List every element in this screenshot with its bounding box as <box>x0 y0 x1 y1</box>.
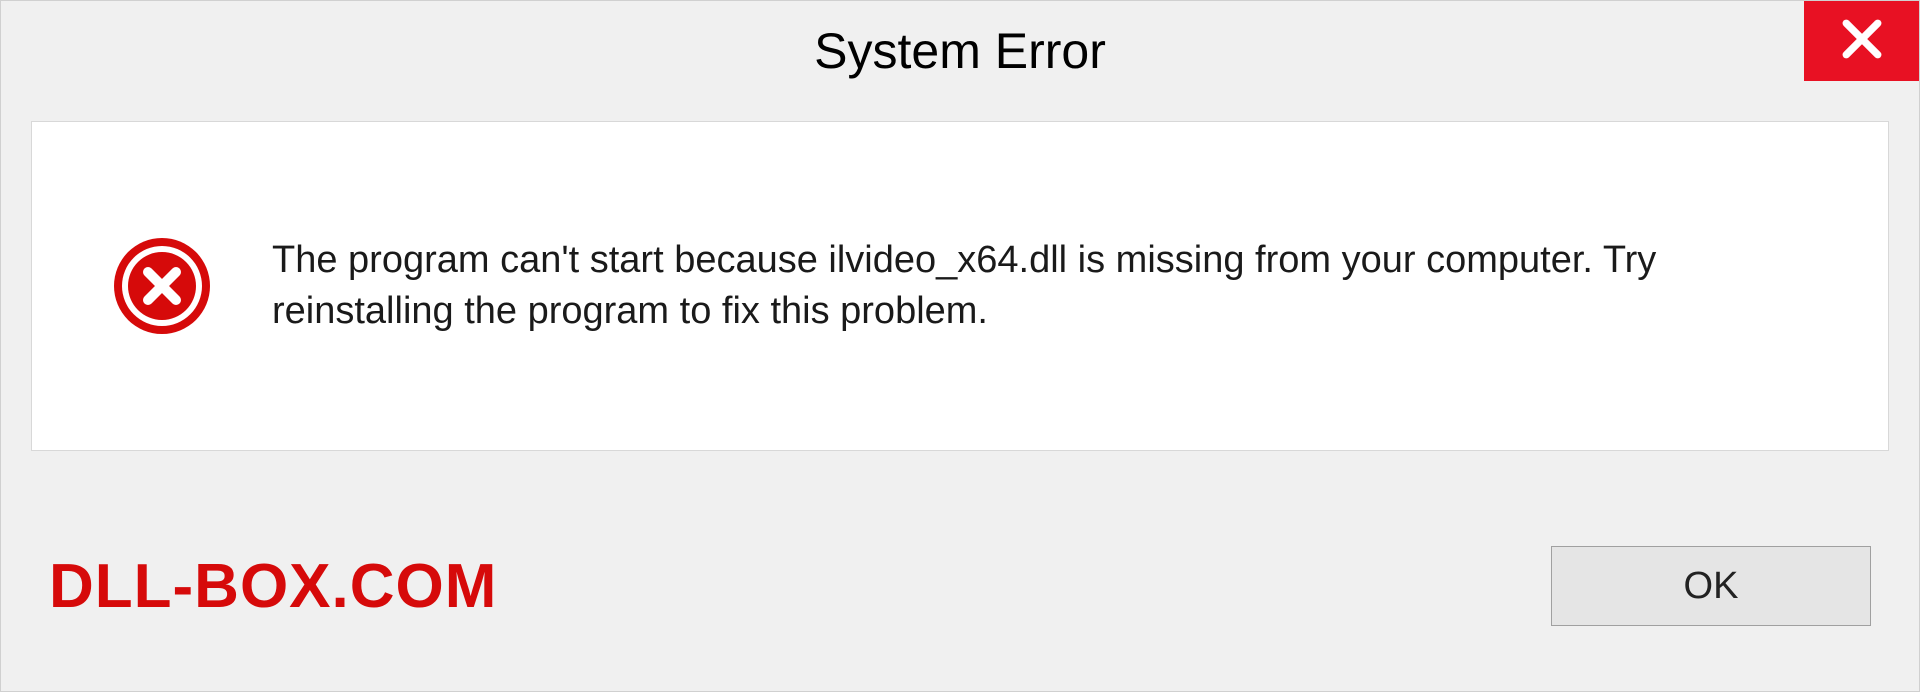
content-panel: The program can't start because ilvideo_… <box>31 121 1889 451</box>
close-icon <box>1841 18 1883 65</box>
titlebar: System Error <box>1 1 1919 101</box>
ok-button[interactable]: OK <box>1551 546 1871 626</box>
error-icon <box>112 236 212 336</box>
branding-text: DLL-BOX.COM <box>49 551 497 622</box>
error-dialog: System Error The program can't start bec… <box>0 0 1920 692</box>
close-button[interactable] <box>1804 1 1919 81</box>
error-message: The program can't start because ilvideo_… <box>272 235 1672 338</box>
dialog-title: System Error <box>814 22 1106 80</box>
dialog-footer: DLL-BOX.COM OK <box>1 481 1919 691</box>
